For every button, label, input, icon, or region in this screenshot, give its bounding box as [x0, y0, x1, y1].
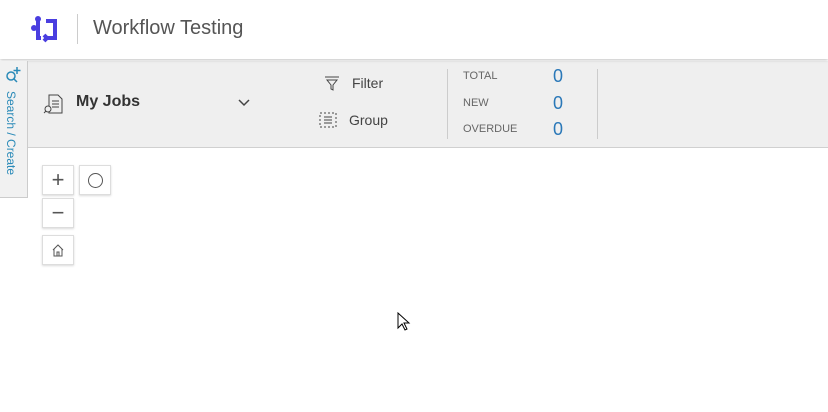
- app-title: Workflow Testing: [93, 17, 244, 39]
- circle-icon: [87, 172, 103, 188]
- jobs-toolbar: My Jobs Filter Group TOTAL 0 NEW 0 OVERD…: [28, 61, 828, 148]
- filter-button[interactable]: Filter: [324, 75, 383, 91]
- divider: [597, 69, 598, 139]
- group-icon: [319, 112, 337, 128]
- header-divider: [77, 14, 78, 44]
- jobs-dropdown[interactable]: My Jobs: [76, 93, 140, 111]
- circle-tool-button[interactable]: [79, 165, 111, 195]
- app-header: Workflow Testing: [0, 0, 828, 59]
- divider: [447, 69, 448, 139]
- zoom-in-button[interactable]: +: [42, 165, 74, 195]
- stat-total-label: TOTAL: [463, 70, 498, 82]
- home-icon: [52, 244, 64, 257]
- search-add-icon: [6, 67, 21, 83]
- stat-overdue-value[interactable]: 0: [553, 119, 563, 140]
- job-list-icon: [43, 94, 63, 114]
- mouse-cursor-icon: [397, 312, 411, 331]
- search-create-label: Search / Create: [4, 91, 18, 176]
- zoom-out-button[interactable]: −: [42, 198, 74, 228]
- minus-icon: −: [51, 200, 65, 225]
- group-label: Group: [349, 112, 388, 128]
- stat-new-value[interactable]: 0: [553, 93, 563, 114]
- workflow-logo-icon: [31, 16, 57, 43]
- search-create-tab[interactable]: Search / Create: [0, 61, 28, 198]
- home-button[interactable]: [42, 235, 74, 265]
- chevron-down-icon[interactable]: [238, 99, 250, 107]
- filter-label: Filter: [352, 75, 384, 91]
- stat-total-value[interactable]: 0: [553, 66, 563, 87]
- filter-icon: [325, 76, 339, 91]
- stat-new-label: NEW: [463, 97, 489, 109]
- group-button[interactable]: Group: [319, 112, 388, 128]
- plus-icon: +: [51, 167, 65, 192]
- stat-overdue-label: OVERDUE: [463, 123, 518, 135]
